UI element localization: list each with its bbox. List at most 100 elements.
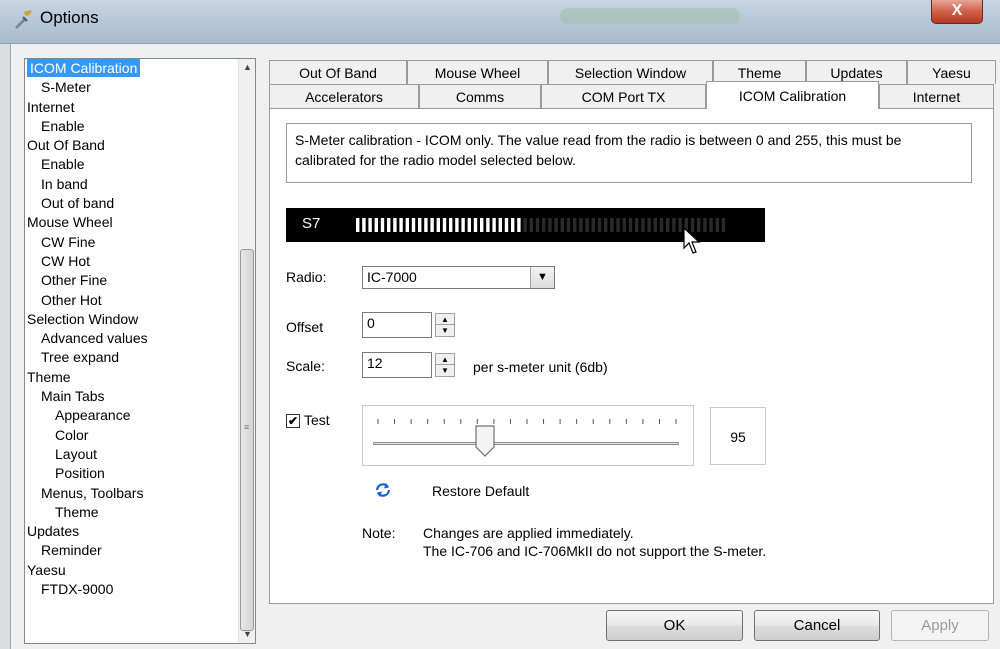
s-meter-bar-lit bbox=[517, 218, 521, 232]
s-meter-bar-lit bbox=[374, 218, 378, 232]
s-meter-bar-dim bbox=[622, 218, 626, 232]
scale-up-icon[interactable]: ▲ bbox=[436, 354, 454, 365]
s-meter-bar-lit bbox=[393, 218, 397, 232]
tree-item[interactable]: ICOM Calibration bbox=[25, 59, 239, 78]
tab-accelerators[interactable]: Accelerators bbox=[269, 84, 419, 108]
test-checkbox[interactable]: ✔ bbox=[286, 414, 300, 428]
tab-out-of-band[interactable]: Out Of Band bbox=[269, 60, 407, 84]
apply-button[interactable]: Apply bbox=[891, 610, 989, 641]
slider-track bbox=[373, 442, 679, 445]
close-button[interactable]: X bbox=[931, 0, 983, 24]
s-meter-bar-lit bbox=[492, 218, 496, 232]
slider-thumb[interactable] bbox=[475, 425, 495, 457]
tree-item[interactable]: Main Tabs bbox=[25, 387, 239, 406]
s-meter-bar-lit bbox=[504, 218, 509, 232]
note-line-1: Changes are applied immediately. bbox=[423, 525, 634, 541]
tab-comms[interactable]: Comms bbox=[419, 84, 541, 108]
tree-item[interactable]: Theme bbox=[25, 368, 239, 387]
radio-select-value: IC-7000 bbox=[367, 269, 417, 285]
tree-item-label: Advanced values bbox=[41, 330, 148, 347]
tree-item-label: Layout bbox=[55, 445, 98, 462]
tree-item[interactable]: Position bbox=[25, 464, 239, 483]
scroll-down-icon[interactable]: ▼ bbox=[239, 626, 255, 643]
tree-item[interactable]: Theme bbox=[25, 503, 239, 522]
s-meter-bar-dim bbox=[616, 218, 620, 232]
radio-label: Radio: bbox=[286, 269, 327, 285]
tab-internet[interactable]: Internet bbox=[879, 84, 994, 108]
tree-item[interactable]: CW Hot bbox=[25, 252, 239, 271]
s-meter-bar-dim bbox=[535, 218, 540, 232]
tree-item[interactable]: Color bbox=[25, 426, 239, 445]
s-meter-bar-lit bbox=[405, 218, 409, 232]
restore-icon[interactable] bbox=[374, 481, 392, 499]
tree-item[interactable]: Enable bbox=[25, 155, 239, 174]
s-meter-bar-dim bbox=[597, 218, 602, 232]
offset-down-icon[interactable]: ▼ bbox=[436, 325, 454, 336]
tree-item[interactable]: Advanced values bbox=[25, 329, 239, 348]
tree-item[interactable]: Layout bbox=[25, 445, 239, 464]
chevron-down-icon[interactable]: ▼ bbox=[530, 267, 554, 288]
s-meter-bar-dim bbox=[610, 218, 614, 232]
tab-selection-window[interactable]: Selection Window bbox=[548, 60, 713, 84]
tree-item[interactable]: Mouse Wheel bbox=[25, 213, 239, 232]
scroll-thumb[interactable]: ≡ bbox=[240, 249, 254, 631]
restore-default-link[interactable]: Restore Default bbox=[432, 483, 529, 499]
tree-item[interactable]: Menus, Toolbars bbox=[25, 484, 239, 503]
tree-item[interactable]: FTDX-9000 bbox=[25, 580, 239, 599]
icom-calibration-panel: S-Meter calibration - ICOM only. The val… bbox=[269, 108, 994, 604]
s-meter-bar-dim bbox=[659, 218, 664, 232]
s-meter-bar-dim bbox=[709, 218, 713, 232]
tree-item[interactable]: Updates bbox=[25, 522, 239, 541]
tree-item-label: ICOM Calibration bbox=[27, 59, 141, 77]
tree-scrollbar[interactable]: ▲ ≡ ▼ bbox=[238, 59, 255, 643]
s-meter-bar-dim bbox=[566, 218, 571, 232]
s-meter-bar-dim bbox=[641, 218, 645, 232]
ok-button[interactable]: OK bbox=[606, 610, 743, 641]
tree-item[interactable]: Internet bbox=[25, 98, 239, 117]
tab-icom-calibration[interactable]: ICOM Calibration bbox=[706, 81, 879, 109]
scale-down-icon[interactable]: ▼ bbox=[436, 365, 454, 376]
s-meter-bar-lit bbox=[436, 218, 440, 232]
scale-stepper[interactable]: 12 ▲ ▼ bbox=[362, 352, 456, 378]
s-meter-bar-lit bbox=[442, 218, 447, 232]
tab-mouse-wheel[interactable]: Mouse Wheel bbox=[407, 60, 548, 84]
s-meter-bar-lit bbox=[380, 218, 385, 232]
tree-item[interactable]: Out Of Band bbox=[25, 136, 239, 155]
tree-item[interactable]: In band bbox=[25, 175, 239, 194]
tree-item[interactable]: Other Hot bbox=[25, 291, 239, 310]
tree-item-label: Updates bbox=[27, 523, 80, 540]
s-meter-bar-dim bbox=[647, 218, 651, 232]
test-slider[interactable] bbox=[362, 405, 694, 466]
s-meter-bar-dim bbox=[591, 218, 595, 232]
tree-item[interactable]: Enable bbox=[25, 117, 239, 136]
s-meter-bar-dim bbox=[548, 218, 552, 232]
s-meter-bar-lit bbox=[486, 218, 490, 232]
scroll-up-icon[interactable]: ▲ bbox=[239, 59, 255, 76]
options-window: ICOM Calibration S-Meter Internet Enable Out… bbox=[10, 44, 1000, 649]
tree-item[interactable]: S-Meter bbox=[25, 78, 239, 97]
scale-spin-buttons: ▲ ▼ bbox=[435, 353, 455, 377]
scale-input[interactable]: 12 bbox=[362, 352, 432, 378]
tree-item-label: Enable bbox=[41, 156, 85, 173]
slider-value-display: 95 bbox=[710, 407, 766, 465]
s-meter-bar-dim bbox=[604, 218, 608, 232]
tree-item[interactable]: CW Fine bbox=[25, 233, 239, 252]
tree-item-label: Position bbox=[55, 465, 105, 482]
tree-item[interactable]: Appearance bbox=[25, 406, 239, 425]
offset-up-icon[interactable]: ▲ bbox=[436, 314, 454, 325]
tab-yaesu[interactable]: Yaesu bbox=[907, 60, 996, 84]
tree-item[interactable]: Tree expand bbox=[25, 348, 239, 367]
offset-input[interactable]: 0 bbox=[362, 312, 432, 338]
tree-item[interactable]: Out of band bbox=[25, 194, 239, 213]
radio-select[interactable]: IC-7000 ▼ bbox=[362, 266, 555, 289]
tree-item-label: Appearance bbox=[55, 407, 131, 424]
tree-item[interactable]: Selection Window bbox=[25, 310, 239, 329]
tab-com-port-tx[interactable]: COM Port TX bbox=[541, 84, 706, 108]
s-meter-bar-dim bbox=[628, 218, 633, 232]
cancel-button[interactable]: Cancel bbox=[754, 610, 880, 641]
offset-stepper[interactable]: 0 ▲ ▼ bbox=[362, 312, 456, 338]
tree-item-label: Main Tabs bbox=[41, 388, 105, 405]
tree-item[interactable]: Reminder bbox=[25, 541, 239, 560]
tree-item[interactable]: Other Fine bbox=[25, 271, 239, 290]
tree-item[interactable]: Yaesu bbox=[25, 561, 239, 580]
